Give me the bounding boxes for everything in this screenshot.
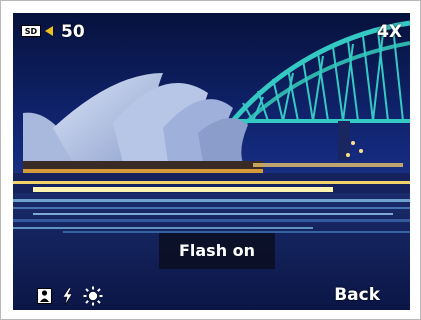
- shots-remaining: 50: [61, 22, 85, 42]
- svg-text:SD: SD: [25, 27, 38, 36]
- white-balance-sun-icon: [83, 286, 103, 306]
- camera-screen: SD 50 4X Flash on Back: [0, 0, 421, 320]
- back-button[interactable]: Back: [334, 284, 380, 306]
- flash-icon: [62, 288, 73, 305]
- flash-status-toast: Flash on: [159, 233, 275, 269]
- scene-mode-icon: [37, 288, 52, 304]
- viewfinder: SD 50 4X Flash on Back: [13, 13, 410, 310]
- zoom-level: 4X: [377, 22, 402, 42]
- sd-card-icon: SD: [21, 25, 41, 37]
- left-arrow-indicator-icon: [45, 26, 53, 36]
